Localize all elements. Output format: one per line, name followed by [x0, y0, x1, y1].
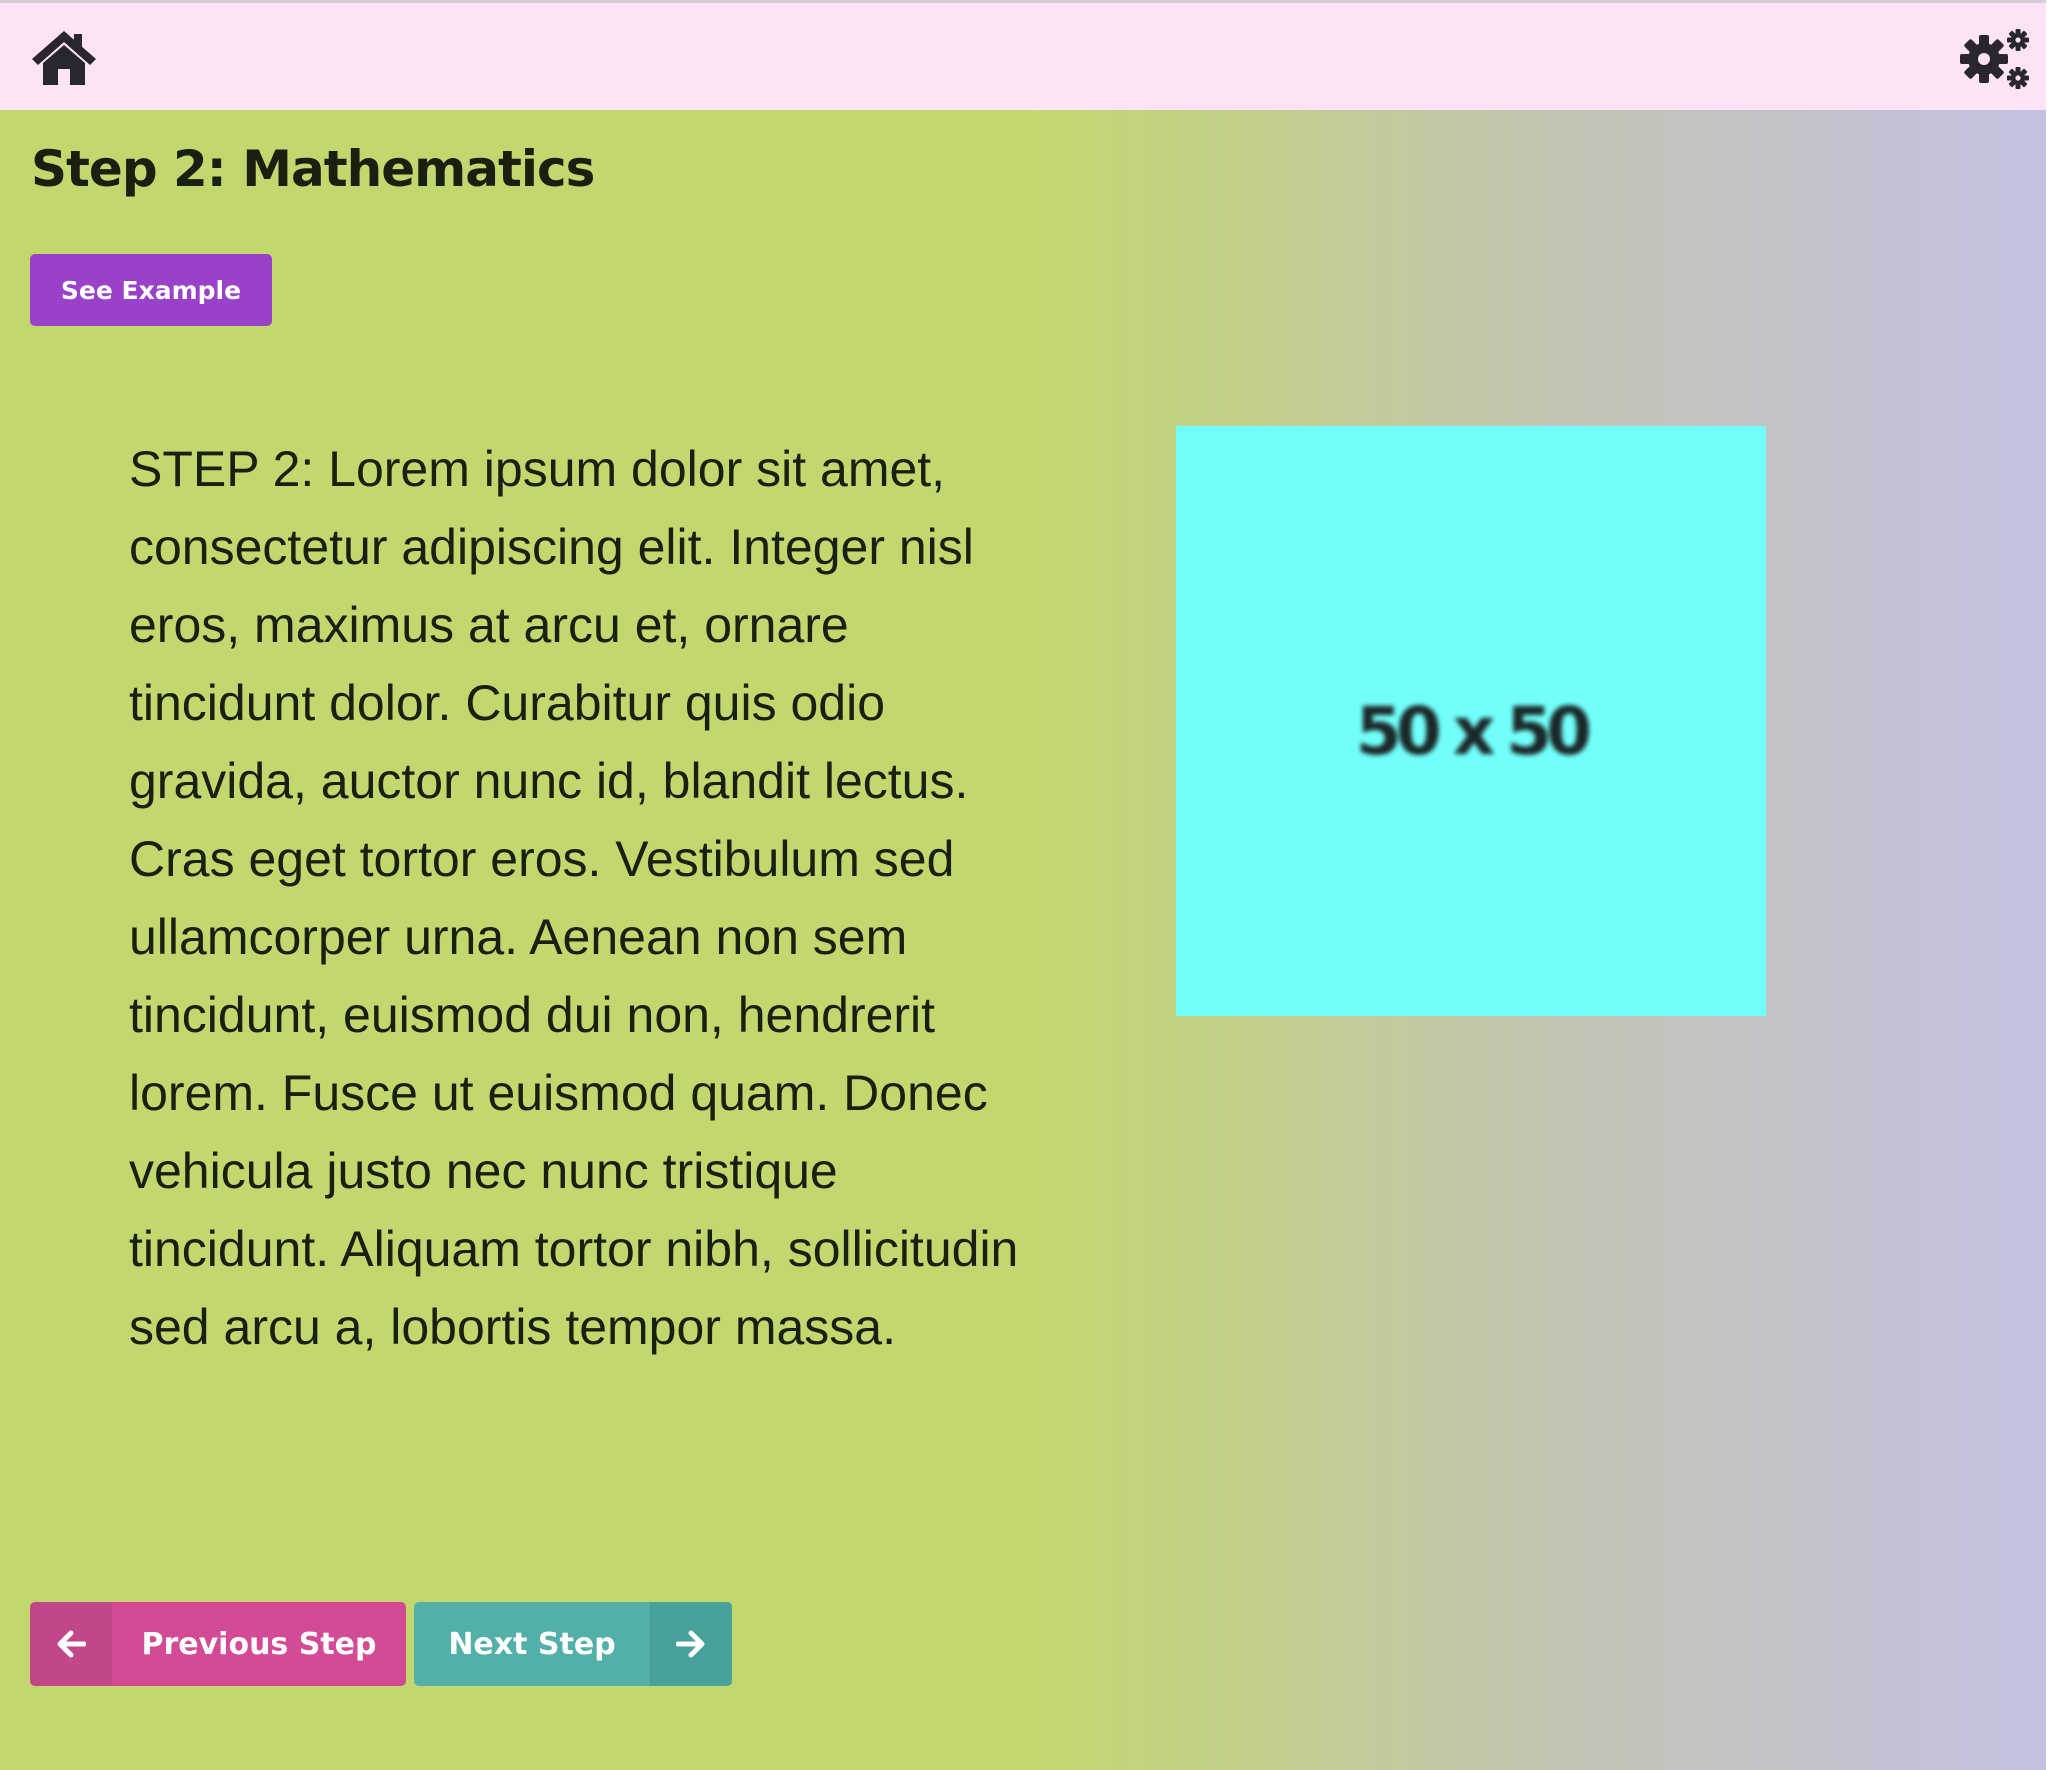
home-icon [32, 31, 96, 85]
top-bar [0, 0, 2046, 110]
home-button[interactable] [30, 29, 98, 87]
page-title: Step 2: Mathematics [31, 140, 595, 198]
window-edge [2046, 0, 2052, 1770]
placeholder-image: 50 x 50 [1176, 426, 1766, 1016]
step-description: STEP 2: Lorem ipsum dolor sit amet, cons… [129, 441, 1019, 1355]
app-root: Step 2: Mathematics See Example STEP 2: … [0, 0, 2046, 1770]
next-step-label: Next Step [448, 1626, 616, 1662]
previous-step-button[interactable]: Previous Step [30, 1602, 406, 1686]
next-step-button[interactable]: Next Step [414, 1602, 732, 1686]
step-content: Step 2: Mathematics See Example STEP 2: … [0, 110, 2046, 1770]
placeholder-image-label: 50 x 50 [1355, 692, 1592, 770]
arrow-left-icon [30, 1602, 112, 1686]
settings-button[interactable] [1958, 29, 2034, 91]
gears-icon [1960, 29, 2029, 89]
previous-step-label: Previous Step [141, 1626, 377, 1662]
arrow-right-icon [650, 1602, 732, 1686]
see-example-button[interactable]: See Example [30, 254, 272, 326]
